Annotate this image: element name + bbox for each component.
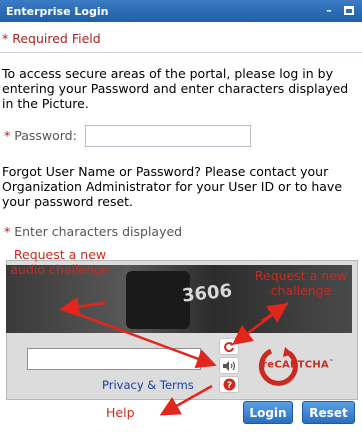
captcha-label: * Enter characters displayed xyxy=(4,224,182,239)
captcha-input[interactable] xyxy=(27,348,201,370)
required-star: * xyxy=(4,128,11,143)
intro-text: To access secure areas of the portal, pl… xyxy=(2,66,349,111)
login-button[interactable]: Login xyxy=(243,401,293,424)
annotation-new-challenge: Request a new challenge xyxy=(254,268,348,298)
recaptcha-tm: ™ xyxy=(329,359,335,365)
captcha-image-mailbox xyxy=(126,271,190,329)
audio-icon[interactable] xyxy=(219,357,239,374)
password-input[interactable] xyxy=(85,125,251,147)
window-titlebar: Enterprise Login – xyxy=(0,0,362,22)
required-field-note: * Required Field xyxy=(2,31,101,46)
privacy-terms-link[interactable]: Privacy & Terms xyxy=(102,378,194,392)
recaptcha-logo-text: reCAPTCHA™ xyxy=(262,359,334,370)
help-icon[interactable]: ? xyxy=(219,376,239,393)
captcha-label-text: Enter characters displayed xyxy=(14,224,183,239)
password-label-text: Password: xyxy=(14,128,77,143)
window-controls: – xyxy=(322,3,356,17)
maximize-button[interactable] xyxy=(342,3,356,17)
required-star: * xyxy=(4,224,11,239)
svg-text:?: ? xyxy=(226,381,231,391)
refresh-icon[interactable] xyxy=(219,338,239,355)
minimize-button[interactable]: – xyxy=(322,3,336,17)
recaptcha-logo-word: reCAPTCHA xyxy=(262,359,330,371)
divider xyxy=(0,52,362,53)
captcha-image-number: 3606 xyxy=(181,280,234,307)
maximize-icon xyxy=(344,5,354,15)
window-title: Enterprise Login xyxy=(6,4,109,18)
forgot-credentials-text: Forgot User Name or Password? Please con… xyxy=(2,164,343,209)
annotation-audio-challenge: Request a new audio challenge xyxy=(10,247,110,277)
captcha-icon-group: ? xyxy=(219,338,239,393)
password-label: * Password: xyxy=(4,128,77,143)
reset-button[interactable]: Reset xyxy=(302,401,355,424)
annotation-help: Help xyxy=(106,405,135,420)
